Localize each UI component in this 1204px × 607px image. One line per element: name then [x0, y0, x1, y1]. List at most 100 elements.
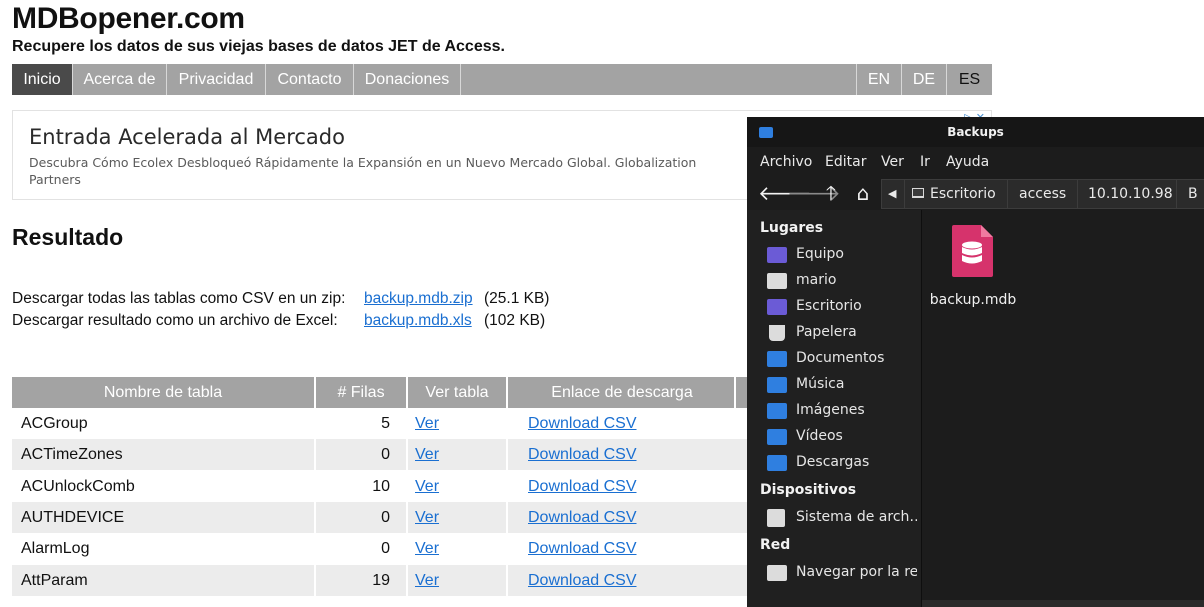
toolbar: 🡐 🡒 🡑 ⌂ ◀ Escritorio access 10.10.10.98 …: [747, 177, 1204, 210]
downloads-folder-icon: [767, 455, 787, 471]
sidebar-item-label: Escritorio: [796, 298, 862, 314]
breadcrumb-access[interactable]: access: [1019, 180, 1066, 208]
view-link[interactable]: Ver: [415, 502, 439, 533]
nav-acerca-de[interactable]: Acerca de: [73, 64, 166, 95]
xls-download-text: Descargar resultado como un archivo de E…: [12, 312, 338, 329]
lang-es[interactable]: ES: [947, 64, 992, 95]
table-row: AlarmLog 0 Ver Download CSV: [12, 533, 792, 564]
breadcrumb-scroll-left-icon[interactable]: ◀: [888, 180, 896, 208]
table-row: ACGroup 5 Ver Download CSV: [12, 408, 792, 439]
view-link[interactable]: Ver: [415, 565, 439, 596]
row-count-cell: 10: [372, 478, 390, 495]
pictures-folder-icon: [767, 403, 787, 419]
sidebar-item-videos[interactable]: Vídeos: [767, 425, 917, 449]
sidebar-item-mario[interactable]: mario: [767, 269, 917, 293]
table-row: AUTHDEVICE 0 Ver Download CSV: [12, 502, 792, 533]
xls-download-link[interactable]: backup.mdb.xls: [364, 312, 472, 330]
sidebar-item-label: Vídeos: [796, 428, 843, 444]
network-icon: [767, 565, 787, 581]
file-item[interactable]: backup.mdb: [922, 225, 1022, 315]
menu-ver[interactable]: Ver: [881, 154, 904, 170]
sidebar-item-label: Descargas: [796, 454, 870, 470]
zip-download-link[interactable]: backup.mdb.zip: [364, 290, 473, 308]
database-file-icon: [952, 225, 993, 277]
sidebar-item-label: Papelera: [796, 324, 857, 340]
home-folder-icon: [767, 273, 787, 289]
header-table-name: Nombre de tabla: [103, 384, 223, 401]
sidebar-item-escritorio[interactable]: Escritorio: [767, 295, 917, 319]
breadcrumb: ◀ Escritorio access 10.10.10.98 B: [881, 179, 1204, 209]
row-count-cell: 0: [381, 540, 390, 557]
zip-download-line: Descargar todas las tablas como CSV en u…: [12, 290, 549, 308]
row-count-cell: 5: [381, 415, 390, 432]
sidebar-item-papelera[interactable]: Papelera: [767, 321, 917, 345]
menu-editar[interactable]: Editar: [825, 154, 866, 170]
sidebar-item-label: Equipo: [796, 246, 844, 262]
ad-description[interactable]: Descubra Cómo Ecolex Desbloqueó Rápidame…: [29, 154, 709, 188]
menu-ayuda[interactable]: Ayuda: [946, 154, 989, 170]
sidebar-item-label: mario: [796, 272, 837, 288]
main-navbar: Inicio Acerca de Privacidad Contacto Don…: [12, 64, 992, 95]
site-tagline: Recupere los datos de sus viejas bases d…: [12, 38, 505, 55]
download-csv-link[interactable]: Download CSV: [528, 471, 637, 502]
sidebar-item-documentos[interactable]: Documentos: [767, 347, 917, 371]
sidebar-item-descargas[interactable]: Descargas: [767, 451, 917, 475]
header-view-table: Ver tabla: [425, 384, 489, 401]
row-count-cell: 19: [372, 572, 390, 589]
view-link[interactable]: Ver: [415, 439, 439, 470]
nav-inicio[interactable]: Inicio: [12, 64, 72, 95]
up-arrow-icon[interactable]: 🡑: [818, 180, 844, 206]
desktop-icon: [767, 299, 787, 315]
result-heading: Resultado: [12, 224, 124, 250]
table-name-cell: AlarmLog: [21, 540, 90, 557]
sidebar-item-network[interactable]: Navegar por la red: [767, 561, 917, 585]
statusbar: [922, 600, 1204, 607]
download-csv-link[interactable]: Download CSV: [528, 533, 637, 564]
download-csv-link[interactable]: Download CSV: [528, 439, 637, 470]
file-name: backup.mdb: [929, 292, 1017, 308]
forward-arrow-icon[interactable]: 🡒: [787, 180, 841, 206]
download-csv-link[interactable]: Download CSV: [528, 408, 637, 439]
places-sidebar: Lugares Equipo mario Escritorio Papelera…: [747, 210, 922, 607]
view-link[interactable]: Ver: [415, 471, 439, 502]
section-dispositivos: Dispositivos: [760, 482, 857, 498]
menu-archivo[interactable]: Archivo: [760, 154, 812, 170]
nav-donaciones[interactable]: Donaciones: [354, 64, 460, 95]
file-view[interactable]: backup.mdb: [922, 210, 1204, 600]
table-name-cell: ACTimeZones: [21, 446, 123, 463]
sidebar-item-musica[interactable]: Música: [767, 373, 917, 397]
ad-title[interactable]: Entrada Acelerada al Mercado: [29, 125, 345, 149]
window-title: Backups: [947, 125, 1004, 139]
music-folder-icon: [767, 377, 787, 393]
row-count-cell: 0: [381, 509, 390, 526]
table-row: AttParam 19 Ver Download CSV: [12, 565, 792, 596]
home-icon[interactable]: ⌂: [850, 180, 876, 206]
trash-icon: [769, 325, 785, 341]
view-link[interactable]: Ver: [415, 533, 439, 564]
download-csv-link[interactable]: Download CSV: [528, 565, 637, 596]
file-manager-window[interactable]: Backups Archivo Editar Ver Ir Ayuda 🡐 🡒 …: [747, 117, 1204, 607]
table-name-cell: AttParam: [21, 572, 88, 589]
menu-ir[interactable]: Ir: [920, 154, 930, 170]
breadcrumb-backups[interactable]: B: [1188, 180, 1198, 208]
download-csv-link[interactable]: Download CSV: [528, 502, 637, 533]
back-arrow-icon[interactable]: 🡐: [758, 180, 812, 206]
view-link[interactable]: Ver: [415, 408, 439, 439]
lang-de[interactable]: DE: [902, 64, 946, 95]
breadcrumb-escritorio[interactable]: Escritorio: [930, 180, 996, 208]
sidebar-item-label: Documentos: [796, 350, 885, 366]
nav-contacto[interactable]: Contacto: [266, 64, 353, 95]
sidebar-item-filesystem[interactable]: Sistema de arch…: [767, 506, 917, 530]
section-lugares: Lugares: [760, 220, 824, 236]
breadcrumb-ip[interactable]: 10.10.10.98: [1088, 180, 1173, 208]
window-titlebar[interactable]: Backups: [747, 117, 1204, 147]
table-name-cell: ACUnlockComb: [21, 478, 135, 495]
sidebar-item-equipo[interactable]: Equipo: [767, 243, 917, 267]
lang-en[interactable]: EN: [857, 64, 901, 95]
breadcrumb-desktop-icon: [912, 180, 924, 208]
menubar: Archivo Editar Ver Ir Ayuda: [747, 147, 1204, 177]
nav-privacidad[interactable]: Privacidad: [167, 64, 265, 95]
header-download-link: Enlace de descarga: [551, 384, 693, 401]
table-header-row: Nombre de tabla # Filas Ver tabla Enlace…: [12, 377, 792, 408]
sidebar-item-imagenes[interactable]: Imágenes: [767, 399, 917, 423]
